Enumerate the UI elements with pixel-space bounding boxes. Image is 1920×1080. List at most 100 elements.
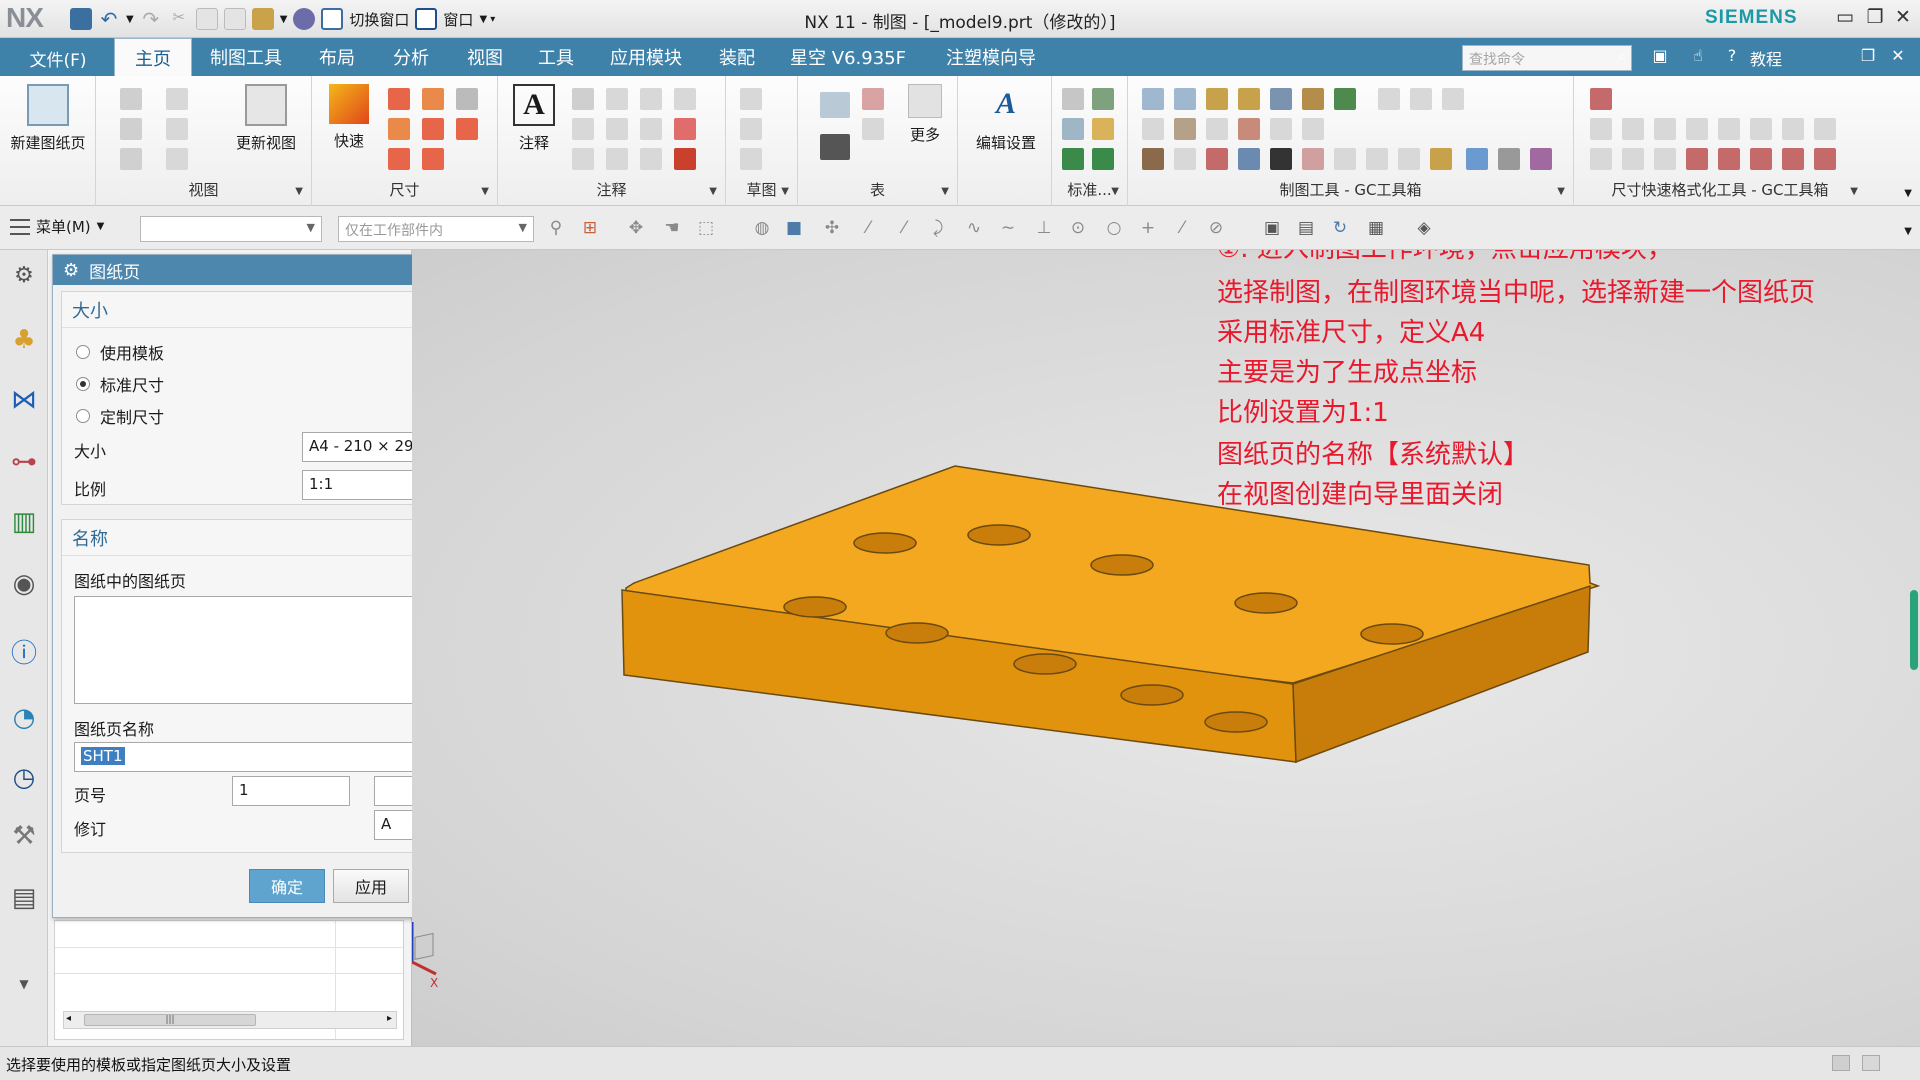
radio-standard-size[interactable]: 标准尺寸	[76, 372, 164, 396]
projected-view-icon[interactable]	[166, 88, 188, 110]
line-icon[interactable]	[740, 148, 762, 170]
restore-window-icon[interactable]: ❐	[1856, 46, 1880, 68]
fastener-icon[interactable]	[1092, 118, 1114, 140]
end-point-icon[interactable]: ⁄	[858, 219, 878, 237]
gc-dim-13-icon[interactable]	[1686, 148, 1708, 170]
gc-dim-17-icon[interactable]	[1814, 148, 1836, 170]
arc-length-dim-icon[interactable]	[456, 118, 478, 140]
apply-button[interactable]: 应用	[333, 869, 409, 903]
gc-tool-5-icon[interactable]	[1270, 88, 1292, 110]
rectangle-icon[interactable]	[740, 118, 762, 140]
thickness-dim-icon[interactable]	[422, 118, 444, 140]
gc-tool-27-icon[interactable]	[1466, 148, 1488, 170]
part-navigator-icon[interactable]: ♣	[8, 324, 40, 356]
ribbon-overflow-icon[interactable]: ▼	[1904, 188, 1912, 199]
select-hand-icon[interactable]: ☚	[662, 219, 682, 237]
hatch-icon[interactable]	[674, 118, 696, 140]
hole-table-icon[interactable]	[862, 118, 884, 140]
gc-tool-28-icon[interactable]	[1498, 148, 1520, 170]
tabular-note-icon[interactable]	[820, 134, 850, 160]
existing-point-icon[interactable]: +	[1138, 219, 1158, 237]
angular-dim-icon[interactable]	[456, 88, 478, 110]
wire-icon[interactable]: ◍	[752, 219, 772, 237]
tab-xingkong[interactable]: 星空 V6.935F	[780, 38, 916, 76]
group-dropdown-icon[interactable]: ▼	[781, 186, 789, 197]
gc-tool-21-icon[interactable]	[1270, 148, 1292, 170]
gc-tool-15-icon[interactable]	[1270, 118, 1292, 140]
horizontal-scrollbar[interactable]: ◂ ||| ▸	[63, 1011, 397, 1029]
gc-tool-24-icon[interactable]	[1366, 148, 1388, 170]
tab-analysis[interactable]: 分析	[378, 38, 444, 76]
gc-dim-10-icon[interactable]	[1590, 148, 1612, 170]
tab-drafting-tools[interactable]: 制图工具	[200, 38, 292, 76]
tutorial-label[interactable]: 教程	[1750, 46, 1782, 70]
scroll-left-icon[interactable]: ◂	[66, 1013, 71, 1024]
surface-finish-icon[interactable]	[606, 118, 628, 140]
gc-dim-6-icon[interactable]	[1718, 118, 1740, 140]
intersection-icon[interactable]: ⊘	[1206, 219, 1226, 237]
perimeter-dim-icon[interactable]	[388, 148, 410, 170]
gc-tool-14-icon[interactable]	[1238, 118, 1260, 140]
window-icon[interactable]	[415, 8, 438, 30]
gc-tool-13-icon[interactable]	[1206, 118, 1228, 140]
linear-dim-icon[interactable]	[388, 88, 410, 110]
dialog-gear-icon[interactable]: ⚙	[63, 260, 79, 281]
scroll-right-icon[interactable]: ▸	[387, 1013, 392, 1024]
search-icon[interactable]: ⌕	[1610, 46, 1634, 68]
tab-layout[interactable]: 布局	[304, 38, 370, 76]
gc-dim-15-icon[interactable]	[1750, 148, 1772, 170]
add-selection-icon[interactable]: ⊞	[580, 219, 600, 237]
scroll-down-icon[interactable]: ▼	[8, 968, 40, 1000]
solid-body-icon[interactable]: ■	[784, 219, 804, 237]
sketch-icon[interactable]	[740, 88, 762, 110]
rotate-icon[interactable]: ↻	[1330, 219, 1350, 237]
gc-tool-1-icon[interactable]	[1142, 88, 1164, 110]
copy-icon[interactable]	[195, 8, 218, 30]
paste-icon[interactable]	[223, 8, 246, 30]
datum-icon[interactable]	[606, 88, 628, 110]
undo-dropdown-icon[interactable]: ▼	[126, 14, 134, 25]
page-number-input[interactable]: 1	[232, 776, 350, 806]
view-orient-icon[interactable]: ◈	[1414, 219, 1434, 237]
switch-window-button[interactable]: 切换窗口	[349, 9, 409, 30]
weld-icon[interactable]	[640, 118, 662, 140]
radio-use-template[interactable]: 使用模板	[76, 340, 164, 364]
system-materials-icon[interactable]: ⚒	[8, 820, 40, 852]
roles-icon[interactable]: ▤	[8, 882, 40, 914]
menu-button[interactable]: 菜单(M) ▼	[10, 216, 104, 237]
scrollbar-thumb[interactable]: |||	[84, 1014, 256, 1026]
more-button[interactable]: 更多	[898, 84, 952, 145]
zoom-icon[interactable]: ▤	[1296, 219, 1316, 237]
status-icon-2[interactable]	[1862, 1055, 1880, 1071]
spline-icon[interactable]: ∿	[964, 219, 984, 237]
file-menu-tab[interactable]: 文件(F)	[4, 40, 112, 76]
reuse-library-icon[interactable]: ▥	[8, 506, 40, 538]
arc-center-icon[interactable]: ⊙	[1068, 219, 1088, 237]
gc-dim-11-icon[interactable]	[1622, 148, 1644, 170]
restore-icon[interactable]: ❐	[1862, 6, 1888, 30]
grid-snap-icon[interactable]: ✣	[822, 219, 842, 237]
history-icon[interactable]: ◔	[8, 702, 40, 734]
gc-tool-11-icon[interactable]	[1142, 118, 1164, 140]
status-icon-1[interactable]	[1832, 1055, 1850, 1071]
standard-part-icon[interactable]	[1062, 88, 1084, 110]
gc-tool-23-icon[interactable]	[1334, 148, 1356, 170]
group-dropdown-icon[interactable]: ▼	[1111, 186, 1119, 197]
web-browser-icon[interactable]: ⓘ	[8, 638, 40, 670]
stamp-icon[interactable]	[674, 148, 696, 170]
gc-tool-10-icon[interactable]	[1442, 88, 1464, 110]
repeat-command-icon[interactable]	[251, 8, 274, 30]
gc-tool-6-icon[interactable]	[1302, 88, 1324, 110]
select-filter-icon[interactable]: ⚲	[546, 219, 566, 237]
balloon-icon[interactable]	[572, 118, 594, 140]
update-views-button[interactable]: 更新视图	[226, 84, 306, 153]
edit-settings-button[interactable]: A 编辑设置	[966, 84, 1046, 153]
gc-tool-8-icon[interactable]	[1378, 88, 1400, 110]
tab-tools[interactable]: 工具	[526, 38, 586, 76]
gc-dim-12-icon[interactable]	[1654, 148, 1676, 170]
tab-assembly[interactable]: 装配	[704, 38, 770, 76]
gc-tool-22-icon[interactable]	[1302, 148, 1324, 170]
hd3d-tools-icon[interactable]: ◉	[8, 568, 40, 600]
gc-tool-20-icon[interactable]	[1238, 148, 1260, 170]
window-dropdown-icon[interactable]: ▼ ▾	[479, 14, 495, 25]
